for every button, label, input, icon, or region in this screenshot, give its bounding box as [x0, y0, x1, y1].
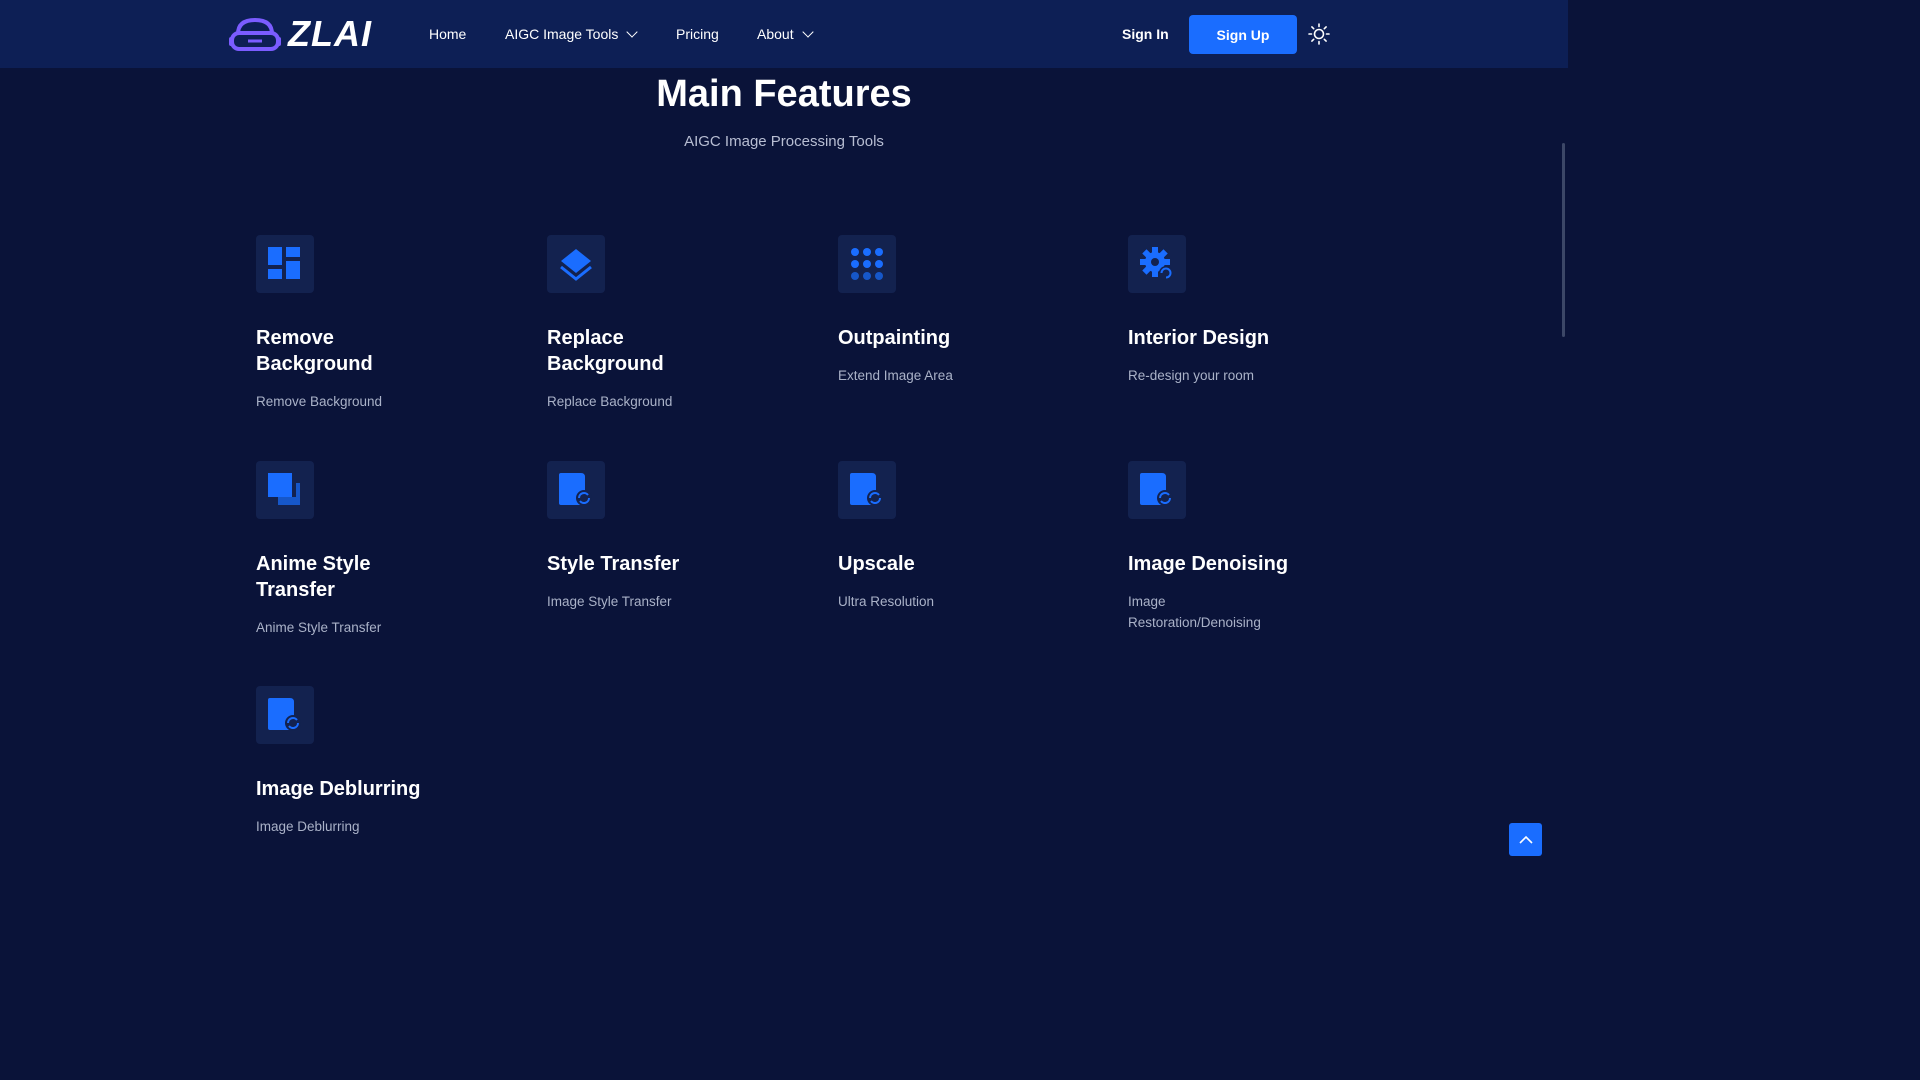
- feature-icon-box: [547, 235, 605, 293]
- chevron-down-icon: [626, 25, 639, 38]
- feature-icon-box: [838, 235, 896, 293]
- feature-card-upscale[interactable]: Upscale Ultra Resolution: [838, 461, 1058, 612]
- copy-squares-icon: [268, 473, 300, 505]
- sign-in-link[interactable]: Sign In: [1122, 0, 1169, 68]
- chevron-up-icon: [1518, 835, 1533, 844]
- sign-up-button[interactable]: Sign Up: [1189, 15, 1297, 54]
- top-navbar: ZLAI Home AIGC Image Tools Pricing About…: [0, 0, 1568, 68]
- dots-grid-icon: [851, 248, 883, 280]
- feature-description: Extend Image Area: [838, 368, 953, 383]
- nav-aigc-image-tools[interactable]: AIGC Image Tools: [505, 0, 639, 68]
- file-refresh-icon: [1140, 473, 1173, 506]
- feature-card-style-transfer[interactable]: Style Transfer Image Style Transfer: [547, 461, 767, 612]
- feature-title: Remove Background: [256, 327, 373, 375]
- feature-icon-box: [547, 461, 605, 519]
- logo[interactable]: ZLAI: [228, 14, 372, 54]
- feature-icon-box: [1128, 235, 1186, 293]
- chevron-down-icon: [801, 25, 814, 38]
- feature-card-interior-design[interactable]: Interior Design Re-design your room: [1128, 235, 1348, 386]
- layout-grid-icon: [268, 247, 300, 279]
- sun-icon[interactable]: [1308, 23, 1330, 45]
- feature-card-replace-background[interactable]: Replace Background Replace Background: [547, 235, 767, 412]
- nav-aigc-label: AIGC Image Tools: [505, 26, 619, 42]
- feature-card-remove-background[interactable]: Remove Background Remove Background: [256, 235, 476, 412]
- feature-icon-box: [256, 686, 314, 744]
- feature-card-image-deblurring[interactable]: Image Deblurring Image Deblurring: [256, 686, 476, 837]
- feature-title: Upscale: [838, 553, 915, 575]
- layers-icon: [560, 249, 592, 281]
- nav-home-label: Home: [429, 26, 467, 42]
- feature-title: Replace Background: [547, 327, 664, 375]
- file-refresh-icon: [559, 473, 592, 506]
- gear-refresh-icon: [1140, 247, 1173, 280]
- feature-title: Outpainting: [838, 327, 951, 349]
- feature-description: Anime Style Transfer: [256, 620, 382, 635]
- section-subtitle: AIGC Image Processing Tools: [684, 133, 884, 150]
- back-to-top-button[interactable]: [1509, 823, 1542, 856]
- feature-title: Anime Style Transfer: [256, 553, 371, 601]
- nav-about[interactable]: About: [757, 0, 814, 68]
- feature-card-outpainting[interactable]: Outpainting Extend Image Area: [838, 235, 1058, 386]
- feature-icon-box: [838, 461, 896, 519]
- feature-title: Style Transfer: [547, 553, 680, 575]
- feature-description: Ultra Resolution: [838, 594, 935, 609]
- file-refresh-icon: [268, 698, 301, 731]
- feature-icon-box: [256, 235, 314, 293]
- page-scrollbar[interactable]: [1562, 143, 1565, 337]
- feature-description: Remove Background: [256, 394, 383, 409]
- vr-headset-icon: [229, 17, 281, 51]
- feature-description: Image Style Transfer: [547, 594, 672, 609]
- nav-pricing-label: Pricing: [676, 26, 719, 42]
- feature-card-image-denoising[interactable]: Image Denoising Image Restoration/Denois…: [1128, 461, 1348, 633]
- feature-description: Image Deblurring: [256, 819, 360, 834]
- nav-about-label: About: [757, 26, 794, 42]
- feature-icon-box: [1128, 461, 1186, 519]
- feature-title: Image Denoising: [1128, 553, 1289, 575]
- section-title: Main Features: [656, 73, 912, 115]
- nav-pricing[interactable]: Pricing: [676, 0, 719, 68]
- file-refresh-icon: [850, 473, 883, 506]
- feature-icon-box: [256, 461, 314, 519]
- feature-description: Image Restoration/Denoising: [1128, 594, 1261, 630]
- nav-home[interactable]: Home: [429, 0, 466, 68]
- feature-card-anime-style-transfer[interactable]: Anime Style Transfer Anime Style Transfe…: [256, 461, 476, 638]
- feature-description: Replace Background: [547, 394, 673, 409]
- logo-text: ZLAI: [288, 13, 372, 54]
- feature-description: Re-design your room: [1128, 368, 1255, 383]
- feature-title: Interior Design: [1128, 327, 1270, 349]
- feature-title: Image Deblurring: [256, 778, 421, 800]
